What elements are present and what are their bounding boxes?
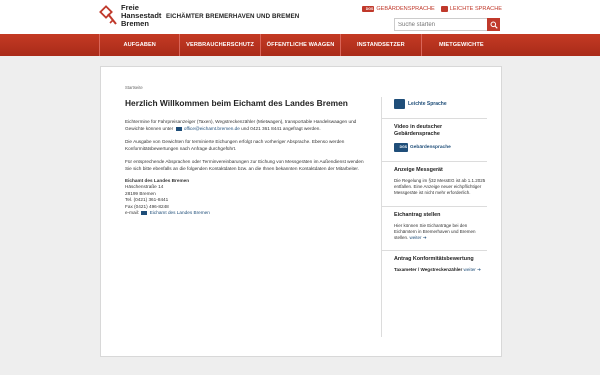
address-email-row: e-mail: Eichamt des Landes Bremen	[125, 210, 370, 216]
easy-language-sidebar-link[interactable]: Leichte Sprache	[394, 99, 487, 109]
sign-language-link[interactable]: GEBÄRDENSPRACHE	[362, 6, 435, 12]
messgeraet-heading: Anzeige Messgerät	[394, 167, 443, 173]
mail-icon	[141, 210, 148, 215]
agency-name: EICHÄMTER BREMERHAVEN UND BREMEN	[166, 13, 300, 20]
nav-item-mietgewichte[interactable]: MIETGEWICHTE	[422, 34, 501, 56]
sign-language-icon	[362, 6, 375, 12]
arrow-right-icon: ➔	[477, 267, 481, 273]
arrow-right-icon: ➔	[422, 235, 427, 241]
easy-language-sidebar-label: Leichte Sprache	[408, 101, 447, 107]
weiter-label: weiter	[409, 235, 422, 241]
search-box	[394, 18, 500, 31]
email-label: e-mail:	[125, 210, 140, 216]
language-links: GEBÄRDENSPRACHE LEICHTE SPRACHE	[362, 6, 502, 12]
search-button[interactable]	[487, 18, 500, 31]
eichantrag-heading: Eichantrag stellen	[394, 211, 441, 218]
easy-language-link[interactable]: LEICHTE SPRACHE	[440, 6, 502, 12]
search-input[interactable]	[395, 19, 487, 30]
appointments-paragraph: Für entsprechende Absprachen oder Termin…	[125, 159, 364, 171]
konformitaet-heading: Antrag Konformitätsbewertung	[394, 256, 474, 263]
divider	[382, 118, 487, 119]
nav-item-instandsetzer[interactable]: INSTANDSETZER	[341, 34, 422, 56]
dgs-video-link[interactable]: Gebärdensprache	[394, 143, 487, 152]
intro-text-end: und 0421 361 8441 angefragt werden.	[241, 126, 321, 131]
messgeraet-text: Die Regelung im §32 MessEG ist ab 1.1.20…	[394, 178, 486, 196]
sign-language-icon	[394, 143, 408, 152]
nav-item-oeffentliche-waagen[interactable]: ÖFFENTLICHE WAAGEN	[261, 34, 342, 56]
divider	[382, 205, 487, 207]
breadcrumb[interactable]: Startseite	[125, 85, 143, 90]
weiter-label: weiter	[463, 267, 476, 273]
logo-line: Bremen	[121, 19, 149, 28]
eichantrag-text-block: Hier können Sie Eichanträge bei den Eich…	[394, 223, 487, 242]
search-icon	[490, 21, 498, 29]
logo-text[interactable]: Freie Hansestadt Bremen	[121, 4, 161, 28]
dgs-label: Gebärdensprache	[410, 145, 451, 150]
easy-language-icon	[394, 99, 405, 109]
sidebar: Leichte Sprache Video in deutscher Gebär…	[381, 97, 487, 337]
main-content: Herzlich Willkommen beim Eichamt des Lan…	[125, 98, 370, 216]
divider	[382, 161, 487, 162]
bremen-key-logo-icon[interactable]	[99, 5, 119, 27]
eichantrag-weiter-link[interactable]: weiter ➔	[410, 235, 427, 240]
konformitaet-text: Taxameter / Wegstreckenzähler	[394, 267, 463, 273]
konformitaet-row: Taxameter / Wegstreckenzähler weiter ➔	[394, 267, 487, 273]
content-card: Startseite Herzlich Willkommen beim Eich…	[100, 66, 502, 357]
contact-address: Eichamt des Landes Bremen Häschenstraße …	[125, 178, 370, 216]
main-navigation: AUFGABEN VERBRAUCHERSCHUTZ ÖFFENTLICHE W…	[0, 34, 600, 56]
weights-paragraph: Die Ausgabe von Gewichten für terminiert…	[125, 139, 345, 151]
easy-language-label: LEICHTE SPRACHE	[449, 6, 502, 12]
video-heading: Video in deutscher Gebärdensprache	[394, 124, 443, 137]
konformitaet-weiter-link[interactable]: weiter ➔	[464, 267, 481, 272]
sign-language-label: GEBÄRDENSPRACHE	[376, 6, 435, 12]
intro-paragraph: Eichtermine für Fahrpreisanzeiger (Taxen…	[125, 118, 370, 132]
page-title: Herzlich Willkommen beim Eichamt des Lan…	[125, 98, 348, 108]
mail-icon	[175, 126, 182, 131]
office-email-link[interactable]: office@eichamt.bremen.de	[184, 126, 240, 131]
address-email-link[interactable]: Eichamt des Landes Bremen	[150, 210, 210, 215]
site-header: Freie Hansestadt Bremen EICHÄMTER BREMER…	[0, 0, 600, 34]
nav-item-aufgaben[interactable]: AUFGABEN	[99, 34, 181, 56]
easy-language-icon	[440, 6, 448, 12]
nav-item-verbraucherschutz[interactable]: VERBRAUCHERSCHUTZ	[180, 34, 261, 56]
eichantrag-text: Hier können Sie Eichanträge bei den Eich…	[394, 222, 476, 241]
divider	[382, 250, 487, 252]
